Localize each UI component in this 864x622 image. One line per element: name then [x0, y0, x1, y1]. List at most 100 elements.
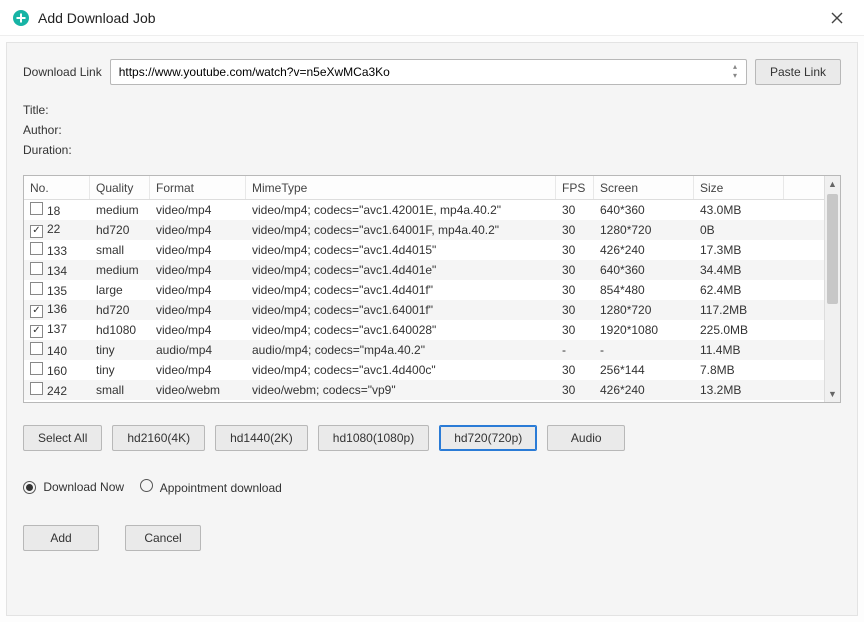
cell-no: 18 [47, 204, 60, 218]
author-label: Author: [23, 123, 841, 137]
table-row[interactable]: 140tinyaudio/mp4audio/mp4; codecs="mp4a.… [24, 340, 824, 360]
hd1440-button[interactable]: hd1440(2K) [215, 425, 308, 451]
row-checkbox[interactable]: ✓ [30, 325, 43, 338]
audio-button[interactable]: Audio [547, 425, 625, 451]
table-body: 18mediumvideo/mp4video/mp4; codecs="avc1… [24, 200, 824, 400]
cell-format: video/mp4 [150, 223, 246, 237]
titlebar: Add Download Job [0, 0, 864, 36]
cell-format: video/mp4 [150, 263, 246, 277]
cell-no: 133 [47, 244, 67, 258]
row-checkbox[interactable]: ✓ [30, 225, 43, 238]
scroll-down-icon[interactable]: ▼ [825, 386, 840, 402]
download-now-label: Download Now [43, 480, 124, 494]
col-mime[interactable]: MimeType [246, 176, 556, 199]
cell-fps: 30 [556, 303, 594, 317]
hd1080-button[interactable]: hd1080(1080p) [318, 425, 429, 451]
cell-mime: video/mp4; codecs="avc1.4d4015" [246, 243, 556, 257]
cell-format: video/mp4 [150, 283, 246, 297]
col-format[interactable]: Format [150, 176, 246, 199]
cell-screen: 256*144 [594, 363, 694, 377]
hd720-button[interactable]: hd720(720p) [439, 425, 537, 451]
cell-no: 134 [47, 264, 67, 278]
col-fps[interactable]: FPS [556, 176, 594, 199]
cell-screen: 1920*1080 [594, 323, 694, 337]
col-no[interactable]: No. [24, 176, 90, 199]
table-row[interactable]: 242smallvideo/webmvideo/webm; codecs="vp… [24, 380, 824, 400]
cell-screen: 640*360 [594, 203, 694, 217]
scroll-thumb[interactable] [827, 194, 838, 304]
cell-screen: 426*240 [594, 243, 694, 257]
cell-screen: 640*360 [594, 263, 694, 277]
table-row[interactable]: 18mediumvideo/mp4video/mp4; codecs="avc1… [24, 200, 824, 220]
stepper-icon[interactable]: ▴▾ [727, 62, 743, 82]
cell-size: 17.3MB [694, 243, 784, 257]
plus-circle-icon [12, 9, 30, 27]
row-checkbox[interactable] [30, 362, 43, 375]
cell-no: 136 [47, 302, 67, 316]
table-row[interactable]: 135largevideo/mp4video/mp4; codecs="avc1… [24, 280, 824, 300]
cell-no: 242 [47, 384, 67, 398]
table-row[interactable]: 133smallvideo/mp4video/mp4; codecs="avc1… [24, 240, 824, 260]
download-link-input[interactable] [110, 59, 747, 85]
row-checkbox[interactable] [30, 242, 43, 255]
cell-format: video/webm [150, 383, 246, 397]
table-row[interactable]: ✓22hd720video/mp4video/mp4; codecs="avc1… [24, 220, 824, 240]
title-label: Title: [23, 103, 841, 117]
cell-quality: large [90, 283, 150, 297]
row-checkbox[interactable]: ✓ [30, 305, 43, 318]
download-link-label: Download Link [23, 65, 102, 79]
table-row[interactable]: ✓137hd1080video/mp4video/mp4; codecs="av… [24, 320, 824, 340]
cell-quality: tiny [90, 363, 150, 377]
cell-quality: tiny [90, 343, 150, 357]
col-screen[interactable]: Screen [594, 176, 694, 199]
table-scroll: No. Quality Format MimeType FPS Screen S… [24, 176, 824, 402]
close-icon[interactable] [822, 3, 852, 33]
paste-link-button[interactable]: Paste Link [755, 59, 841, 85]
vertical-scrollbar[interactable]: ▲ ▼ [824, 176, 840, 402]
col-quality[interactable]: Quality [90, 176, 150, 199]
cancel-button[interactable]: Cancel [125, 525, 201, 551]
dialog-body: Download Link ▴▾ Paste Link Title: Autho… [6, 42, 858, 616]
appointment-download-label: Appointment download [160, 481, 282, 495]
cell-size: 11.4MB [694, 343, 784, 357]
scroll-up-icon[interactable]: ▲ [825, 176, 840, 192]
download-link-row: Download Link ▴▾ Paste Link [23, 59, 841, 85]
hd2160-button[interactable]: hd2160(4K) [112, 425, 205, 451]
cell-fps: - [556, 343, 594, 357]
action-row: Add Cancel [23, 525, 841, 551]
row-checkbox[interactable] [30, 262, 43, 275]
cell-fps: 30 [556, 203, 594, 217]
add-button[interactable]: Add [23, 525, 99, 551]
cell-size: 7.8MB [694, 363, 784, 377]
radio-icon [140, 479, 153, 492]
appointment-download-radio[interactable]: Appointment download [140, 479, 282, 495]
cell-fps: 30 [556, 363, 594, 377]
cell-mime: video/mp4; codecs="avc1.42001E, mp4a.40.… [246, 203, 556, 217]
table-row[interactable]: 160tinyvideo/mp4video/mp4; codecs="avc1.… [24, 360, 824, 380]
cell-fps: 30 [556, 223, 594, 237]
cell-format: video/mp4 [150, 243, 246, 257]
row-checkbox[interactable] [30, 342, 43, 355]
select-all-button[interactable]: Select All [23, 425, 102, 451]
col-size[interactable]: Size [694, 176, 784, 199]
table-row[interactable]: ✓136hd720video/mp4video/mp4; codecs="avc… [24, 300, 824, 320]
cell-format: audio/mp4 [150, 343, 246, 357]
row-checkbox[interactable] [30, 282, 43, 295]
cell-quality: medium [90, 203, 150, 217]
cell-no: 22 [47, 222, 60, 236]
cell-mime: video/mp4; codecs="avc1.4d401e" [246, 263, 556, 277]
cell-quality: hd720 [90, 303, 150, 317]
cell-size: 117.2MB [694, 303, 784, 317]
table-row[interactable]: 134mediumvideo/mp4video/mp4; codecs="avc… [24, 260, 824, 280]
schedule-row: Download Now Appointment download [23, 479, 841, 495]
cell-format: video/mp4 [150, 323, 246, 337]
cell-size: 0B [694, 223, 784, 237]
row-checkbox[interactable] [30, 202, 43, 215]
row-checkbox[interactable] [30, 382, 43, 395]
cell-fps: 30 [556, 323, 594, 337]
cell-format: video/mp4 [150, 303, 246, 317]
cell-size: 13.2MB [694, 383, 784, 397]
cell-quality: hd1080 [90, 323, 150, 337]
download-now-radio[interactable]: Download Now [23, 480, 124, 494]
cell-size: 62.4MB [694, 283, 784, 297]
